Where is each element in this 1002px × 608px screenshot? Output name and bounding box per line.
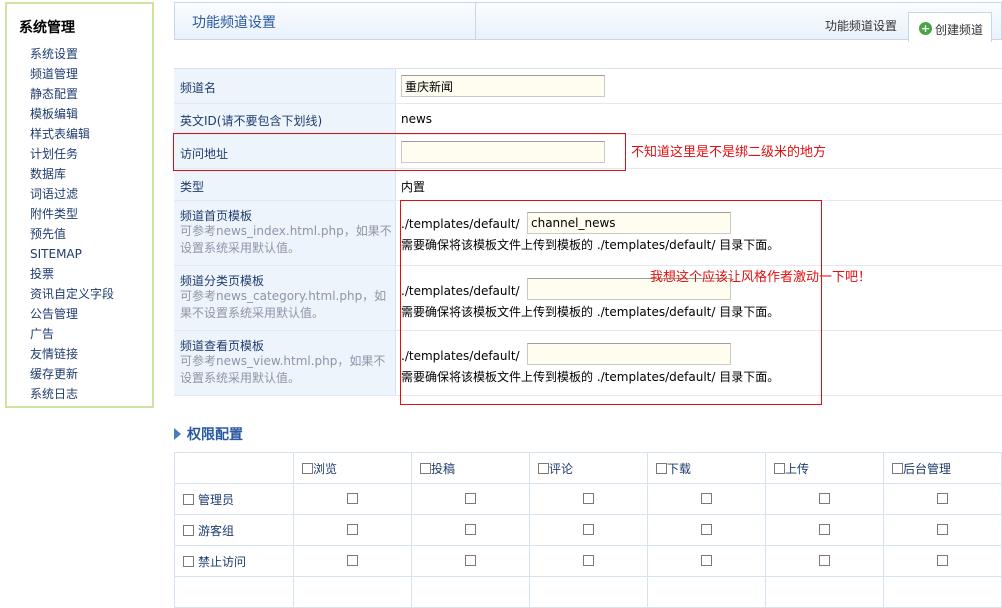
- permissions-section-title: 权限配置: [174, 424, 243, 444]
- index-template-label: 频道首页模板: [180, 209, 253, 223]
- channel-name-input[interactable]: [401, 75, 605, 97]
- sidebar-item-word-filter[interactable]: 词语过滤: [30, 184, 114, 204]
- row-channel-name: 频道名: [174, 69, 1002, 104]
- checkbox-cell[interactable]: [465, 555, 476, 566]
- checkbox-cell[interactable]: [583, 524, 594, 535]
- checkbox-cell[interactable]: [819, 493, 830, 504]
- checkbox-col-browse[interactable]: [302, 462, 313, 474]
- sidebar-item-system-settings[interactable]: 系统设置: [30, 44, 114, 64]
- checkbox-cell[interactable]: [701, 524, 712, 535]
- sidebar-item-sitemap[interactable]: SITEMAP: [30, 244, 114, 264]
- col-admin-label: 后台管理: [903, 461, 952, 476]
- sidebar-item-friend-links[interactable]: 友情链接: [30, 344, 114, 364]
- sidebar-item-announcements[interactable]: 公告管理: [30, 304, 114, 324]
- row-admin-label: 管理员: [198, 492, 235, 507]
- checkbox-cell[interactable]: [583, 493, 594, 504]
- row-type: 类型 内置: [174, 169, 1002, 201]
- checkbox-cell[interactable]: [937, 493, 948, 504]
- checkbox-row-guest[interactable]: [183, 524, 194, 536]
- checkbox-cell[interactable]: [465, 524, 476, 535]
- sidebar-item-system-log[interactable]: 系统日志: [30, 384, 114, 404]
- col-submit-label: 投稿: [431, 461, 456, 476]
- checkbox-col-admin[interactable]: [892, 462, 903, 474]
- triangle-right-icon: [174, 428, 181, 440]
- checkbox-cell[interactable]: [701, 493, 712, 504]
- sidebar-item-ads[interactable]: 广告: [30, 324, 114, 344]
- annotation-box-templates: [400, 200, 822, 405]
- sidebar-item-template-edit[interactable]: 模板编辑: [30, 104, 114, 124]
- sidebar-item-database[interactable]: 数据库: [30, 164, 114, 184]
- col-download-label: 下载: [667, 461, 692, 476]
- col-upload-label: 上传: [785, 461, 810, 476]
- english-id-value: news: [401, 112, 433, 126]
- index-template-hint: 可参考news_index.html.php，如果不设置系统采用默认值。: [180, 224, 392, 255]
- tab-create-channel[interactable]: + 创建频道: [908, 12, 992, 42]
- checkbox-cell[interactable]: [819, 524, 830, 535]
- row-banned-label: 禁止访问: [198, 554, 247, 569]
- checkbox-cell[interactable]: [347, 555, 358, 566]
- permissions-row-admin: 管理员: [174, 483, 1002, 515]
- sidebar-item-vote[interactable]: 投票: [30, 264, 114, 284]
- annotation-text-2: 我想这个应该让风格作者激动一下吧！: [650, 270, 872, 285]
- checkbox-cell[interactable]: [937, 524, 948, 535]
- permissions-row-banned: 禁止访问: [174, 545, 1002, 577]
- checkbox-cell[interactable]: [347, 524, 358, 535]
- type-value: 内置: [401, 180, 426, 194]
- checkbox-cell[interactable]: [819, 555, 830, 566]
- checkbox-col-submit[interactable]: [420, 462, 431, 474]
- plus-icon: +: [919, 22, 932, 35]
- checkbox-col-comment[interactable]: [538, 462, 549, 474]
- sidebar-item-scheduled-tasks[interactable]: 计划任务: [30, 144, 114, 164]
- channel-name-label: 频道名: [180, 81, 217, 95]
- permissions-table: 浏览 投稿 评论 下载 上传 后台管理 管理员 游客组 禁止访问: [174, 452, 1002, 608]
- tab-create-channel-label: 创建频道: [935, 23, 984, 37]
- view-template-hint: 可参考news_view.html.php，如果不设置系统采用默认值。: [180, 354, 386, 385]
- page-header: 功能频道设置 功能频道设置 + 创建频道: [174, 2, 1002, 42]
- row-guest-label: 游客组: [198, 523, 235, 538]
- type-label: 类型: [180, 180, 205, 194]
- checkbox-cell[interactable]: [701, 555, 712, 566]
- sidebar-item-channel-management[interactable]: 频道管理: [30, 64, 114, 84]
- header-divider: [475, 3, 476, 39]
- sidebar-item-static-config[interactable]: 静态配置: [30, 84, 114, 104]
- permissions-header-row: 浏览 投稿 评论 下载 上传 后台管理: [174, 452, 1002, 484]
- sidebar-item-attachment-types[interactable]: 附件类型: [30, 204, 114, 224]
- sidebar-item-preset-values[interactable]: 预先值: [30, 224, 114, 244]
- col-browse-label: 浏览: [313, 461, 338, 476]
- checkbox-cell[interactable]: [347, 493, 358, 504]
- checkbox-row-admin[interactable]: [183, 493, 194, 505]
- col-comment-label: 评论: [549, 461, 574, 476]
- permissions-row-partial: [174, 576, 1002, 608]
- view-template-label: 频道查看页模板: [180, 339, 265, 353]
- sidebar-item-cache-update[interactable]: 缓存更新: [30, 364, 114, 384]
- page-title: 功能频道设置: [192, 15, 276, 31]
- row-english-id: 英文ID(请不要包含下划线) news: [174, 104, 1002, 135]
- checkbox-cell[interactable]: [937, 555, 948, 566]
- sidebar-item-custom-fields[interactable]: 资讯自定义字段: [30, 284, 114, 304]
- sidebar-menu: 系统设置 频道管理 静态配置 模板编辑 样式表编辑 计划任务 数据库 词语过滤 …: [30, 44, 114, 404]
- checkbox-col-upload[interactable]: [774, 462, 785, 474]
- checkbox-cell[interactable]: [583, 555, 594, 566]
- checkbox-cell[interactable]: [465, 493, 476, 504]
- annotation-text-1: 不知道这里是不是绑二级米的地方: [631, 145, 827, 160]
- tab-function-channel-settings[interactable]: 功能频道设置: [825, 17, 897, 34]
- checkbox-col-download[interactable]: [656, 462, 667, 474]
- english-id-label: 英文ID(请不要包含下划线): [180, 114, 323, 128]
- sidebar-item-stylesheet-edit[interactable]: 样式表编辑: [30, 124, 114, 144]
- permissions-row-guest: 游客组: [174, 514, 1002, 546]
- category-template-label: 频道分类页模板: [180, 274, 265, 288]
- sidebar: 系统管理 系统设置 频道管理 静态配置 模板编辑 样式表编辑 计划任务 数据库 …: [5, 2, 154, 408]
- checkbox-row-banned[interactable]: [183, 555, 194, 567]
- sidebar-title: 系统管理: [19, 20, 75, 36]
- annotation-box-access-url: [173, 133, 626, 171]
- category-template-hint: 可参考news_category.html.php，如果不设置系统采用默认值。: [180, 289, 387, 320]
